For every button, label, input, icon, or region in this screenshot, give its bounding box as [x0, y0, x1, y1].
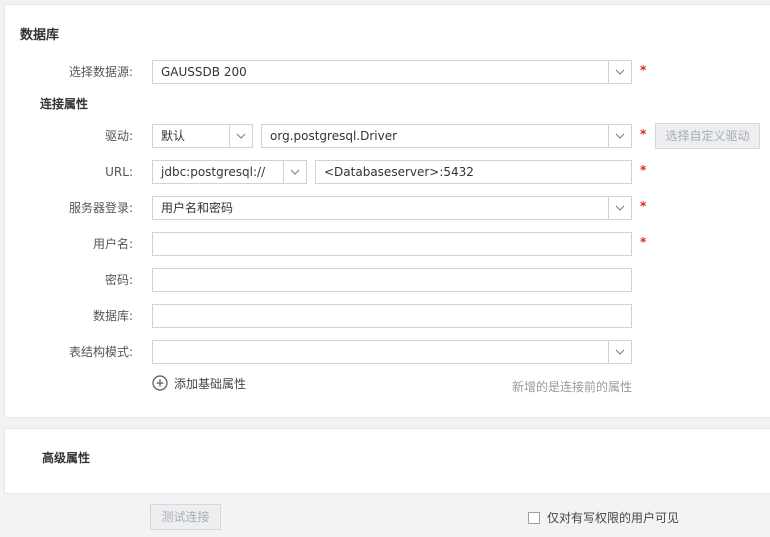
datasource-label: 选择数据源:: [68, 65, 133, 79]
database-name-label: 数据库:: [92, 309, 133, 323]
username-label: 用户名:: [92, 237, 133, 251]
username-input[interactable]: [152, 232, 632, 256]
add-basic-property-label: 添加基础属性: [174, 376, 247, 391]
url-label: URL:: [105, 165, 133, 179]
add-basic-property-button[interactable]: 添加基础属性: [152, 374, 246, 392]
chevron-down-icon[interactable]: [608, 125, 631, 147]
property-hint-text: 新增的是连接前的属性: [511, 380, 632, 394]
driver-class-select[interactable]: org.postgresql.Driver: [261, 124, 632, 148]
plus-circle-icon: [152, 375, 168, 391]
driver-label: 驱动:: [104, 129, 133, 143]
datasource-value: GAUSSDB 200: [161, 65, 247, 79]
chevron-down-icon[interactable]: [608, 341, 631, 363]
driver-type-value: 默认: [161, 129, 186, 143]
database-name-input[interactable]: [152, 304, 632, 328]
connection-properties-title: 连接属性: [40, 97, 89, 111]
server-login-value: 用户名和密码: [161, 201, 234, 215]
driver-type-select[interactable]: 默认: [152, 124, 253, 148]
database-section-title: 数据库: [20, 28, 60, 43]
server-login-select[interactable]: 用户名和密码: [152, 196, 632, 220]
write-permission-visibility-toggle[interactable]: 仅对有写权限的用户可见: [528, 509, 679, 526]
password-label: 密码:: [104, 273, 133, 287]
url-input[interactable]: [315, 160, 632, 184]
schema-label: 表结构模式:: [68, 345, 133, 359]
chevron-down-icon[interactable]: [608, 61, 631, 83]
advanced-panel: [4, 428, 770, 494]
driver-required-mark: *: [640, 127, 647, 141]
advanced-properties-title[interactable]: 高级属性: [42, 449, 90, 466]
write-permission-visibility-label: 仅对有写权限的用户可见: [547, 511, 680, 525]
test-connection-button[interactable]: 测试连接: [150, 504, 221, 530]
url-required-mark: *: [640, 163, 647, 177]
datasource-required-mark: *: [640, 63, 647, 77]
password-input[interactable]: [152, 268, 632, 292]
chevron-down-icon[interactable]: [608, 197, 631, 219]
server-login-required-mark: *: [640, 199, 647, 213]
select-custom-driver-button[interactable]: 选择自定义驱动: [655, 123, 760, 149]
datasource-select[interactable]: GAUSSDB 200: [152, 60, 632, 84]
server-login-label: 服务器登录:: [68, 201, 133, 215]
chevron-down-icon[interactable]: [229, 125, 252, 147]
url-prefix-value: jdbc:postgresql://: [161, 165, 266, 179]
chevron-down-icon[interactable]: [283, 161, 306, 183]
username-required-mark: *: [640, 235, 647, 249]
url-prefix-select[interactable]: jdbc:postgresql://: [152, 160, 307, 184]
schema-select[interactable]: [152, 340, 632, 364]
checkbox-icon[interactable]: [528, 511, 540, 524]
driver-class-value: org.postgresql.Driver: [270, 129, 398, 143]
